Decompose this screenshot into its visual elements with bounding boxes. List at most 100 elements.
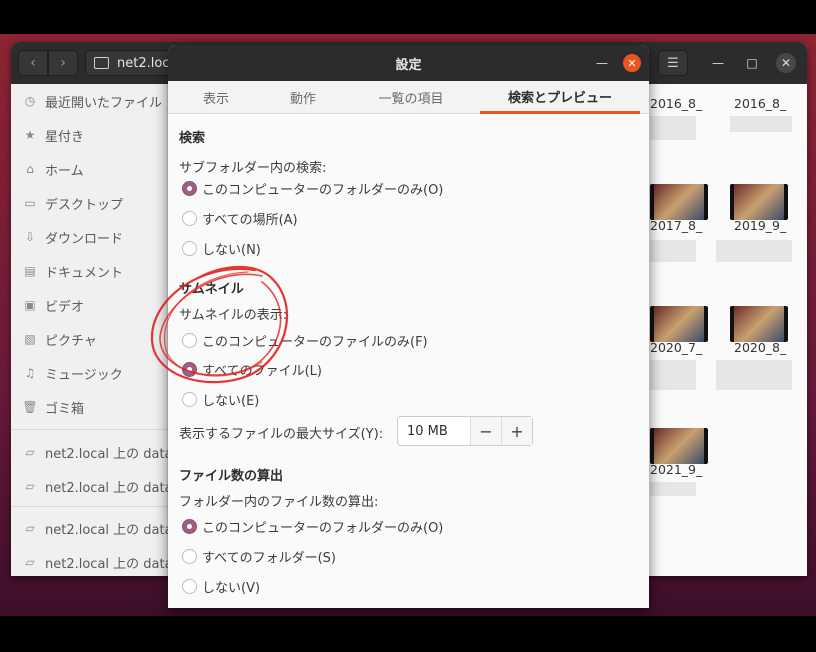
folder-icon: [94, 57, 109, 69]
close-button[interactable]: ✕: [776, 53, 796, 73]
radio-thumbnails-all-files[interactable]: すべてのファイル(L): [182, 359, 322, 379]
radio-count-local-only[interactable]: このコンピューターのフォルダーのみ(O): [182, 516, 443, 536]
radio-count-never[interactable]: しない(V): [182, 576, 260, 596]
home-icon: ⌂: [26, 162, 34, 176]
download-icon: ⇩: [24, 230, 36, 244]
radio-search-all-locations[interactable]: すべての場所(A): [182, 208, 298, 228]
video-thumbnail[interactable]: [730, 306, 788, 342]
document-icon: ▤: [24, 264, 36, 278]
minimize-icon: —: [596, 56, 608, 70]
video-thumbnail[interactable]: [730, 184, 788, 220]
sidebar-item-trash[interactable]: 🗑 ゴミ箱: [11, 392, 168, 422]
blurred-filename: [650, 482, 696, 496]
video-thumbnail[interactable]: [650, 306, 708, 342]
network-folder-icon: ▱: [25, 445, 35, 459]
sidebar-item-network[interactable]: ▱ net2.local 上の data1: [11, 437, 168, 467]
sidebar-item-label: ピクチャ: [45, 333, 97, 349]
back-button[interactable]: ‹: [18, 50, 48, 76]
radio-label: すべてのフォルダー(S): [202, 550, 336, 566]
tab-bar: 表示 動作 一覧の項目 検索とプレビュー: [168, 81, 649, 114]
radio-button[interactable]: [182, 548, 197, 564]
file-label[interactable]: 2016_8_: [734, 96, 786, 111]
sidebar-item-network[interactable]: ▱ net2.local 上の data2: [11, 471, 168, 501]
maximize-button[interactable]: □: [742, 53, 762, 73]
radio-button[interactable]: [182, 518, 197, 534]
file-label[interactable]: 2019_9_: [734, 218, 786, 233]
radio-button[interactable]: [182, 578, 197, 594]
tab-view[interactable]: 表示: [168, 81, 264, 114]
dialog-minimize-button[interactable]: —: [592, 53, 612, 73]
minimize-button[interactable]: —: [708, 53, 728, 73]
file-label[interactable]: 2020_8_: [734, 340, 786, 355]
preferences-dialog: 設定 — ✕ 表示 動作 一覧の項目 検索とプレビュー 検索 サブフォルダー内の…: [168, 45, 649, 608]
video-thumbnail[interactable]: [650, 428, 708, 464]
video-thumbnail[interactable]: [650, 184, 708, 220]
sidebar-item-starred[interactable]: ★ 星付き: [11, 120, 168, 150]
picture-icon: ▧: [24, 332, 36, 346]
trash-icon: 🗑: [22, 400, 38, 414]
file-label[interactable]: 2020_7_: [650, 340, 702, 355]
radio-label: しない(E): [202, 393, 260, 409]
tab-list-columns[interactable]: 一覧の項目: [342, 81, 480, 114]
dialog-title: 設定: [395, 57, 422, 73]
sidebar-item-network[interactable]: ▱ net2.local 上の data2: [11, 547, 168, 576]
sidebar-item-home[interactable]: ⌂ ホーム: [11, 154, 168, 184]
tab-behavior[interactable]: 動作: [264, 81, 342, 114]
sidebar-item-desktop[interactable]: ▭ デスクトップ: [11, 188, 168, 218]
sidebar-item-label: net2.local 上の data1: [45, 446, 168, 462]
radio-button[interactable]: [182, 361, 197, 377]
radio-thumbnails-never[interactable]: しない(E): [182, 389, 259, 409]
clock-icon: ◷: [24, 94, 36, 108]
sidebar-item-recent[interactable]: ◷ 最近開いたファイル: [11, 86, 168, 116]
increase-button[interactable]: +: [501, 417, 532, 445]
sidebar-item-label: net2.local 上の data1: [45, 522, 168, 538]
radio-search-local-only[interactable]: このコンピューターのフォルダーのみ(O): [182, 178, 443, 198]
file-count-heading: ファイル数の算出: [179, 469, 284, 484]
radio-button[interactable]: [182, 180, 197, 196]
max-size-spinbutton: 10 MB − +: [397, 416, 533, 446]
decrease-button[interactable]: −: [470, 417, 501, 445]
thumbnails-show-label: サムネイルの表示:: [179, 308, 288, 323]
hamburger-menu-button[interactable]: ☰: [658, 50, 688, 76]
file-count-label: フォルダー内のファイル数の算出:: [179, 495, 379, 510]
sidebar-item-videos[interactable]: ▣ ビデオ: [11, 290, 168, 320]
sidebar-item-label: 最近開いたファイル: [45, 95, 163, 111]
radio-label: しない(N): [202, 242, 261, 258]
dialog-titlebar: 設定 — ✕: [168, 45, 649, 81]
sidebar: ◷ 最近開いたファイル ★ 星付き ⌂ ホーム ▭ デスクトップ ⇩ ダウンロー…: [11, 84, 168, 576]
sidebar-item-pictures[interactable]: ▧ ピクチャ: [11, 324, 168, 354]
radio-button[interactable]: [182, 210, 197, 226]
max-size-label: 表示するファイルの最大サイズ(Y):: [179, 427, 384, 442]
file-label[interactable]: 2016_8_: [650, 96, 702, 111]
sidebar-item-label: net2.local 上の data2: [45, 480, 168, 496]
max-size-value[interactable]: 10 MB: [398, 417, 470, 445]
network-folder-icon: ▱: [25, 521, 35, 535]
search-subfolders-label: サブフォルダー内の検索:: [179, 161, 327, 176]
dialog-close-button[interactable]: ✕: [623, 54, 641, 72]
sidebar-item-label: ビデオ: [45, 299, 85, 315]
file-label[interactable]: 2017_8_: [650, 218, 702, 233]
radio-button[interactable]: [182, 332, 197, 348]
sidebar-item-label: net2.local 上の data2: [45, 556, 168, 572]
radio-thumbnails-local-only[interactable]: このコンピューターのファイルのみ(F): [182, 330, 428, 350]
minimize-icon: —: [712, 56, 724, 70]
radio-label: すべてのファイル(L): [202, 363, 322, 379]
blurred-filename: [650, 360, 696, 390]
radio-search-never[interactable]: しない(N): [182, 238, 261, 258]
file-label[interactable]: 2021_9_: [650, 462, 702, 477]
tab-search-preview[interactable]: 検索とプレビュー: [480, 81, 640, 114]
blurred-filename: [650, 116, 696, 140]
minus-icon: −: [479, 421, 493, 441]
forward-button[interactable]: ›: [48, 50, 78, 76]
radio-button[interactable]: [182, 240, 197, 256]
sidebar-item-label: ドキュメント: [45, 265, 124, 281]
sidebar-item-network[interactable]: ▱ net2.local 上の data1: [11, 513, 168, 543]
sidebar-item-documents[interactable]: ▤ ドキュメント: [11, 256, 168, 286]
radio-label: このコンピューターのフォルダーのみ(O): [202, 520, 444, 536]
radio-button[interactable]: [182, 391, 197, 407]
sidebar-item-downloads[interactable]: ⇩ ダウンロード: [11, 222, 168, 252]
radio-count-all-folders[interactable]: すべてのフォルダー(S): [182, 546, 336, 566]
sidebar-item-music[interactable]: ♫ ミュージック: [11, 358, 168, 388]
path-label: net2.loc: [117, 55, 170, 71]
video-icon: ▣: [24, 298, 36, 312]
